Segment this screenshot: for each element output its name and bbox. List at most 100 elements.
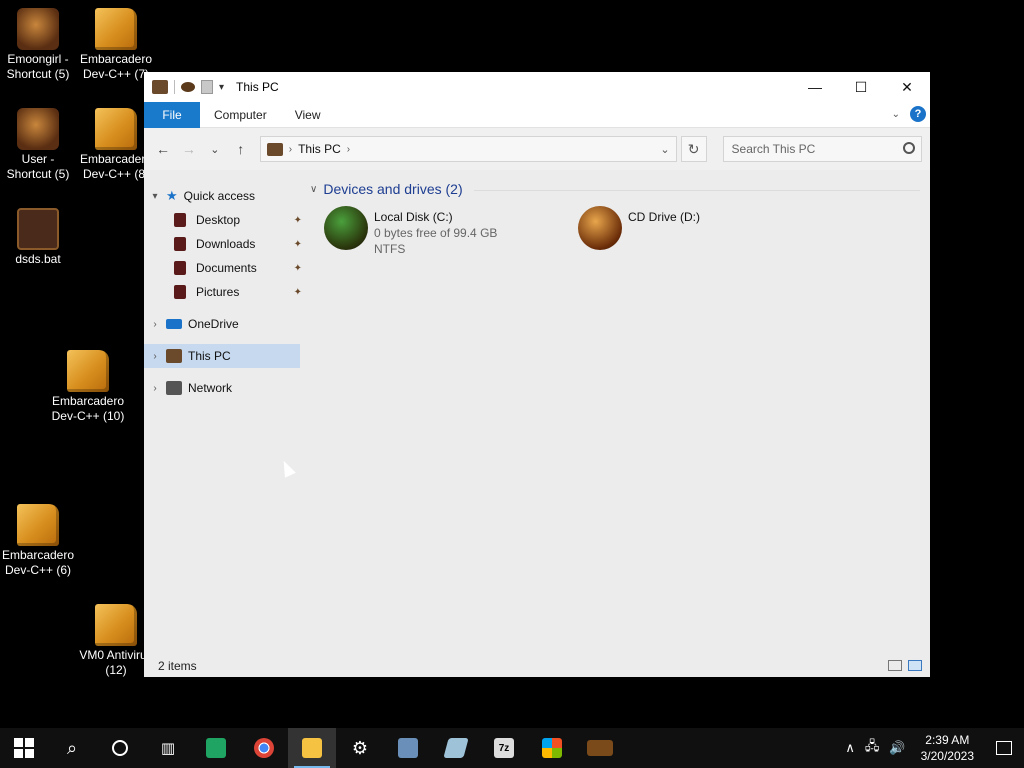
- ribbon: File Computer View ⌄ ?: [144, 101, 930, 128]
- sidebar-item-this-pc[interactable]: › This PC: [144, 344, 300, 368]
- clock-time: 2:39 AM: [925, 733, 970, 747]
- tab-file[interactable]: File: [144, 101, 200, 128]
- file-icon: [17, 208, 59, 250]
- taskbar-app-store[interactable]: [528, 728, 576, 768]
- chrome-icon: [254, 738, 274, 758]
- hard-drive-icon: [324, 206, 368, 250]
- drive-item-d[interactable]: CD Drive (D:): [578, 206, 832, 256]
- pin-icon: ✦: [293, 286, 302, 298]
- notepad-icon: [443, 738, 469, 758]
- details-view-icon[interactable]: [888, 660, 902, 671]
- breadcrumb-arrow-icon[interactable]: ›: [347, 144, 350, 155]
- desktop-icon[interactable]: Embarcadero Dev-C++ (8): [78, 108, 154, 182]
- sidebar-item-pictures[interactable]: Pictures ✦: [144, 280, 304, 304]
- sidebar-item-documents[interactable]: Documents ✦: [144, 256, 304, 280]
- navigation-bar: ← → ⌄ ↑ › This PC › ⌄ ↻: [144, 128, 930, 170]
- cortana-button[interactable]: [96, 728, 144, 768]
- breadcrumb-arrow-icon[interactable]: ›: [289, 144, 292, 155]
- large-icons-view-icon[interactable]: [908, 660, 922, 671]
- taskbar-app-game[interactable]: [576, 728, 624, 768]
- task-view-button[interactable]: ▥: [144, 728, 192, 768]
- cd-drive-icon: [578, 206, 622, 250]
- task-view-icon: ▥: [160, 740, 176, 757]
- search-input[interactable]: [731, 142, 892, 156]
- desktop-icon-label: Embarcadero Dev-C++ (8): [79, 152, 153, 181]
- taskbar-app-sheets[interactable]: [192, 728, 240, 768]
- new-folder-icon[interactable]: [201, 80, 213, 94]
- desktop-icon-label: Embarcadero Dev-C++ (6): [1, 548, 75, 577]
- collapse-chevron-icon[interactable]: ▾: [144, 191, 166, 202]
- maximize-button[interactable]: ☐: [838, 72, 884, 102]
- desktop-icon-label: User - Shortcut (5): [6, 152, 70, 181]
- search-button[interactable]: ⌕: [48, 728, 96, 768]
- sidebar-item-desktop[interactable]: Desktop ✦: [144, 208, 304, 232]
- customize-toolbar-dropdown-icon[interactable]: ▾: [219, 82, 224, 93]
- address-bar[interactable]: › This PC › ⌄: [259, 136, 677, 162]
- desktop-icon[interactable]: dsds.bat: [0, 208, 76, 267]
- recent-locations-button[interactable]: ⌄: [204, 138, 226, 160]
- expand-chevron-icon[interactable]: ›: [144, 351, 166, 362]
- pin-icon: ✦: [293, 214, 302, 226]
- forward-button[interactable]: →: [178, 138, 200, 160]
- network-icon[interactable]: 🖧: [860, 737, 885, 759]
- sidebar-item-quick-access[interactable]: ▾ ★ Quick access: [144, 184, 304, 208]
- taskbar-app-control-panel[interactable]: [384, 728, 432, 768]
- status-bar: 2 items: [144, 655, 930, 677]
- taskbar-app-7zip[interactable]: 7z: [480, 728, 528, 768]
- taskbar-app-settings[interactable]: ⚙: [336, 728, 384, 768]
- file-icon: [17, 504, 59, 546]
- desktop-icon[interactable]: Embarcadero Dev-C++ (10): [50, 350, 126, 424]
- desktop-icon[interactable]: Embarcadero Dev-C++ (6): [0, 504, 76, 578]
- show-hidden-icons-chevron-icon[interactable]: ∧: [840, 740, 860, 756]
- 7zip-icon: 7z: [494, 738, 514, 758]
- sidebar-item-downloads[interactable]: Downloads ✦: [144, 232, 304, 256]
- help-icon[interactable]: ?: [910, 106, 926, 122]
- taskbar-app-notepad[interactable]: [432, 728, 480, 768]
- desktop-icon[interactable]: Emoongirl - Shortcut (5): [0, 8, 76, 82]
- search-icon[interactable]: [903, 142, 915, 154]
- desktop-icon[interactable]: Embarcadero Dev-C++ (7): [78, 8, 154, 82]
- back-button[interactable]: ←: [152, 138, 174, 160]
- sidebar-item-label: Pictures: [196, 285, 240, 299]
- refresh-button[interactable]: ↻: [680, 136, 707, 162]
- file-icon: [95, 8, 137, 50]
- tab-view[interactable]: View: [281, 108, 335, 122]
- game-icon: [587, 740, 613, 756]
- expand-chevron-icon[interactable]: ›: [144, 383, 166, 394]
- tab-computer[interactable]: Computer: [200, 108, 281, 122]
- properties-icon[interactable]: [181, 82, 195, 92]
- file-icon: [95, 604, 137, 646]
- desktop-icon[interactable]: VM0 Antivirus (12): [78, 604, 154, 678]
- clock[interactable]: 2:39 AM 3/20/2023: [911, 732, 984, 764]
- window-title: This PC: [236, 80, 279, 94]
- group-header-devices[interactable]: ∨ Devices and drives (2): [310, 178, 930, 200]
- title-bar[interactable]: ▾ This PC — ☐ ✕: [144, 72, 930, 102]
- breadcrumb-this-pc[interactable]: This PC: [298, 142, 341, 156]
- address-dropdown-icon[interactable]: ⌄: [660, 143, 669, 156]
- desktop-icon-label: VM0 Antivirus (12): [79, 648, 153, 677]
- search-box[interactable]: [722, 136, 922, 162]
- start-button[interactable]: [0, 728, 48, 768]
- desktop-icon[interactable]: User - Shortcut (5): [0, 108, 76, 182]
- taskbar-app-file-explorer[interactable]: [288, 728, 336, 768]
- cloud-icon: [166, 319, 182, 329]
- sidebar-item-onedrive[interactable]: › OneDrive: [144, 312, 304, 336]
- expand-ribbon-icon[interactable]: ⌄: [892, 109, 900, 120]
- taskbar-app-chrome[interactable]: [240, 728, 288, 768]
- action-center-button[interactable]: [984, 728, 1024, 768]
- sidebar-item-label: Quick access: [183, 189, 256, 203]
- drive-item-c[interactable]: Local Disk (C:) 0 bytes free of 99.4 GB …: [324, 206, 578, 256]
- desktop-icon-label: dsds.bat: [15, 252, 61, 266]
- collapse-chevron-icon[interactable]: ∨: [310, 184, 317, 195]
- expand-chevron-icon[interactable]: ›: [144, 319, 166, 330]
- sidebar-item-network[interactable]: › Network: [144, 376, 304, 400]
- clock-date: 3/20/2023: [920, 749, 974, 763]
- minimize-button[interactable]: —: [792, 72, 838, 102]
- folder-icon: [302, 738, 322, 758]
- volume-icon[interactable]: 🔊: [884, 740, 910, 756]
- navigation-pane: ▾ ★ Quick access Desktop ✦ Downloads ✦ D…: [144, 170, 304, 655]
- computer-icon: [166, 349, 182, 363]
- up-button[interactable]: ↑: [230, 138, 252, 160]
- close-button[interactable]: ✕: [884, 72, 930, 102]
- content-pane: ∨ Devices and drives (2) Local Disk (C:)…: [304, 170, 930, 655]
